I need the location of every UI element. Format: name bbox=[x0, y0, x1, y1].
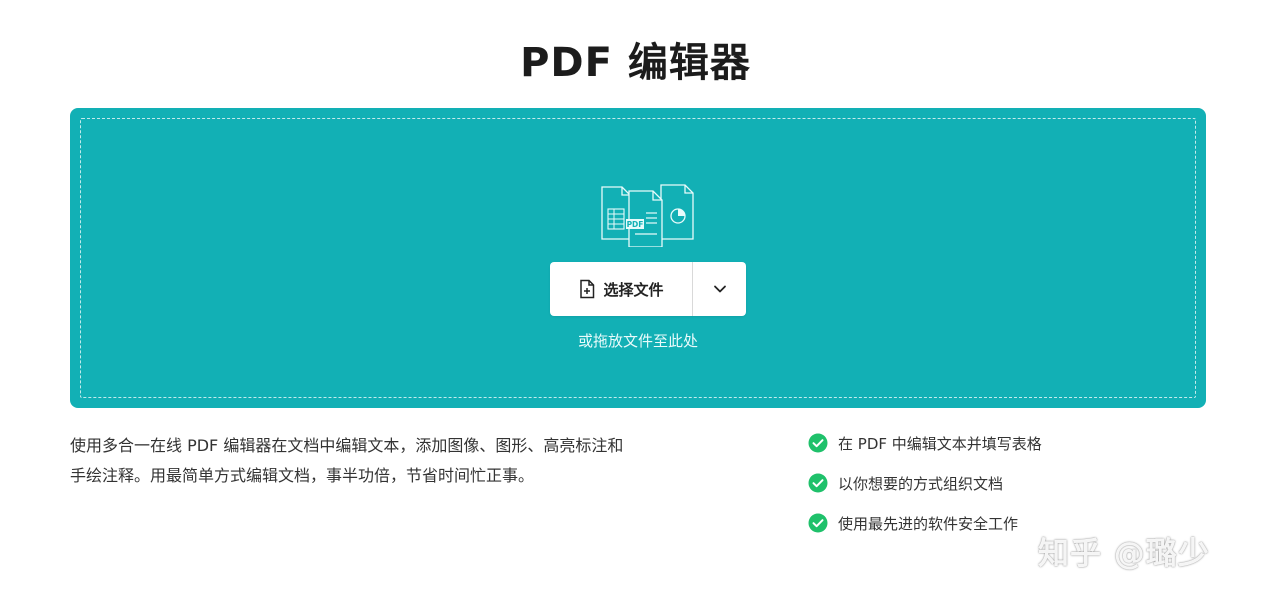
choose-file-label: 选择文件 bbox=[603, 280, 664, 299]
documents-illustration-icon: PDF bbox=[601, 184, 694, 247]
dropzone-dashed-border: PDF 选择文件 或拖放文件至此处 bbox=[80, 118, 1196, 398]
pdf-badge-label: PDF bbox=[627, 220, 644, 229]
feature-item: 使用最先进的软件安全工作 bbox=[808, 511, 1042, 535]
feature-text: 在 PDF 中编辑文本并填写表格 bbox=[838, 434, 1042, 453]
watermark: 知乎 @璐少 bbox=[1038, 536, 1210, 572]
feature-text: 使用最先进的软件安全工作 bbox=[838, 514, 1019, 533]
check-circle-icon bbox=[808, 513, 828, 533]
drop-hint-text: 或拖放文件至此处 bbox=[577, 332, 698, 350]
upload-options-dropdown[interactable] bbox=[693, 262, 746, 316]
feature-item: 在 PDF 中编辑文本并填写表格 bbox=[808, 431, 1042, 455]
description-line-1: 使用多合一在线 PDF 编辑器在文档中编辑文本，添加图像、图形、高亮标注和 bbox=[70, 436, 624, 455]
chevron-down-icon bbox=[713, 285, 726, 293]
check-circle-icon bbox=[808, 433, 828, 453]
feature-item: 以你想要的方式组织文档 bbox=[808, 471, 1042, 495]
file-dropzone[interactable]: PDF 选择文件 或拖放文件至此处 bbox=[70, 108, 1206, 408]
feature-text: 以你想要的方式组织文档 bbox=[838, 474, 1004, 493]
page-title: PDF 编辑器 bbox=[520, 40, 751, 86]
check-circle-icon bbox=[808, 473, 828, 493]
choose-file-button[interactable]: 选择文件 bbox=[550, 262, 692, 316]
description-line-2: 手绘注释。用最简单方式编辑文档，事半功倍，节省时间忙正事。 bbox=[70, 466, 535, 485]
file-plus-icon bbox=[580, 279, 595, 299]
pdf-editor-page: PDF 编辑器 PDF 选择文件 或拖放文件至此处 使用多合一在线 PDF 编辑… bbox=[0, 0, 1271, 601]
feature-list: 在 PDF 中编辑文本并填写表格 以你想要的方式组织文档 使用最先进的软件安全工… bbox=[808, 431, 1042, 551]
choose-file-button-group: 选择文件 bbox=[550, 262, 746, 316]
description: 使用多合一在线 PDF 编辑器在文档中编辑文本，添加图像、图形、高亮标注和 手绘… bbox=[70, 431, 730, 491]
